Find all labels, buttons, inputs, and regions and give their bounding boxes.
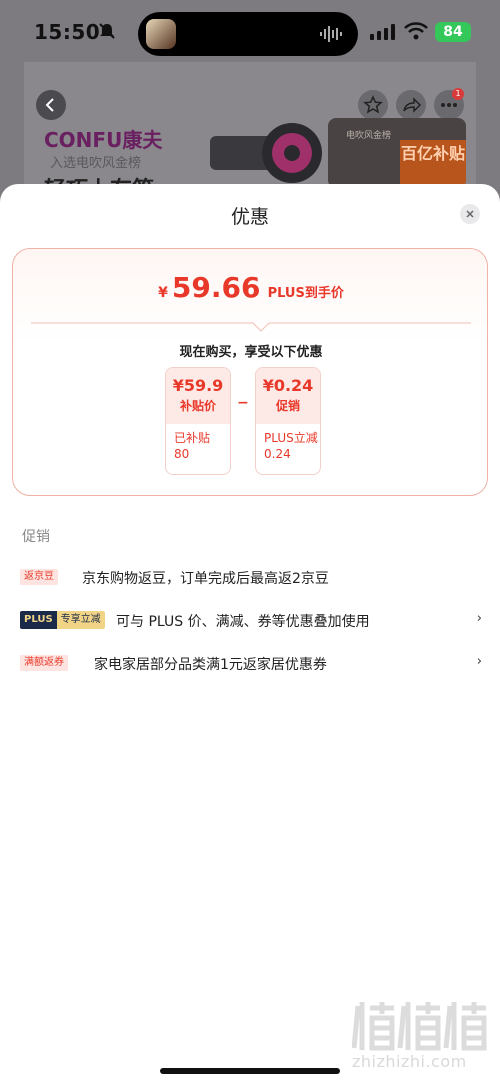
benefit-header: ¥59.9 补贴价 [166,368,230,424]
benefit-value: ¥0.24 [262,376,314,395]
share-button[interactable] [396,90,426,120]
subsidy-promo-badge: 百亿补贴 [400,140,466,188]
promo-tag: 返京豆 [20,569,58,585]
chevron-right-icon: › [476,611,482,626]
wifi-icon [404,22,428,40]
promo-row-jingdou: 返京豆 京东购物返豆，订单完成后最高返2京豆 [20,568,482,588]
plus-tag: PLUS 专享立减 [20,611,105,629]
close-button[interactable] [460,204,480,224]
share-icon [403,97,422,113]
favorite-button[interactable] [358,90,388,120]
benefit-name: 补贴价 [179,399,216,413]
divider-notch [31,322,471,332]
benefit-detail: PLUS立减 0.24 [256,424,320,462]
brand-subtitle: 入选电吹风金榜 [50,156,142,171]
price-currency: ¥ [158,285,168,301]
promo-section-heading: 促销 [22,529,50,545]
ranking-card[interactable]: 电吹风金榜 百亿补贴 [328,118,466,188]
watermark-text: zhizhizhi.com [352,1052,467,1071]
minus-sign: − [237,395,249,411]
enjoy-text: 现在购买，享受以下优惠 [179,345,323,360]
audio-wave-icon [320,26,342,42]
chevron-right-icon: › [476,654,482,669]
benefit-detail-line2: 80 [174,447,190,461]
ranking-card-text: 电吹风金榜 [346,131,392,141]
benefit-detail: 已补贴 80 [166,424,230,462]
promo-text: 可与 PLUS 价、满减、券等优惠叠加使用 [116,614,370,630]
close-icon [466,210,474,218]
price-label: PLUS到手价 [267,286,344,301]
benefit-name: 促销 [275,399,300,413]
plus-tag-label: PLUS [20,611,57,629]
promo-text: 家电家居部分品类满1元返家居优惠券 [94,657,327,673]
benefit-card-subsidy: ¥59.9 补贴价 已补贴 80 [165,367,231,475]
now-playing-artwork [146,19,176,49]
benefit-detail-line1: 已补贴 [174,431,211,445]
promo-row-coupon[interactable]: 满额返券 家电家居部分品类满1元返家居优惠券 › [20,654,482,674]
cellular-signal-icon [370,24,395,40]
status-bar: 15:50 84 [0,0,500,62]
benefit-card-promotion: ¥0.24 促销 PLUS立减 0.24 [255,367,321,475]
sheet-title: 优惠 [230,206,269,228]
bell-muted-icon [99,23,115,39]
promo-text: 京东购物返豆，订单完成后最高返2京豆 [82,571,329,587]
promo-row-plus[interactable]: PLUS 专享立减 可与 PLUS 价、满减、券等优惠叠加使用 › [20,611,482,631]
dynamic-island[interactable] [138,12,358,56]
benefit-detail-line1: PLUS立减 [264,431,318,445]
watermark-logo [352,1002,487,1051]
promo-tag: 满额返券 [20,655,68,671]
discount-sheet: 优惠 ¥59.66 PLUS到手价 现在购买，享受以下优惠 ¥59.9 补贴价 … [0,184,500,1084]
price-breakdown-card: ¥59.66 PLUS到手价 现在购买，享受以下优惠 ¥59.9 补贴价 已补贴… [12,248,488,496]
star-icon [363,95,383,114]
home-indicator[interactable] [160,1068,340,1074]
battery-indicator: 84 [435,22,471,42]
back-button[interactable] [36,90,66,120]
final-price: ¥59.66 PLUS到手价 [13,271,489,304]
price-amount: 59.66 [171,271,261,304]
benefit-header: ¥0.24 促销 [256,368,320,424]
hair-dryer-image [210,123,322,183]
status-time: 15:50 [34,20,101,44]
plus-tag-desc: 专享立减 [56,611,105,629]
benefit-detail-line2: 0.24 [264,447,291,461]
notification-badge: 1 [452,88,464,100]
benefit-value: ¥59.9 [172,376,224,395]
chevron-left-icon [45,98,54,112]
brand-logo: CONFU康夫 [44,128,163,152]
